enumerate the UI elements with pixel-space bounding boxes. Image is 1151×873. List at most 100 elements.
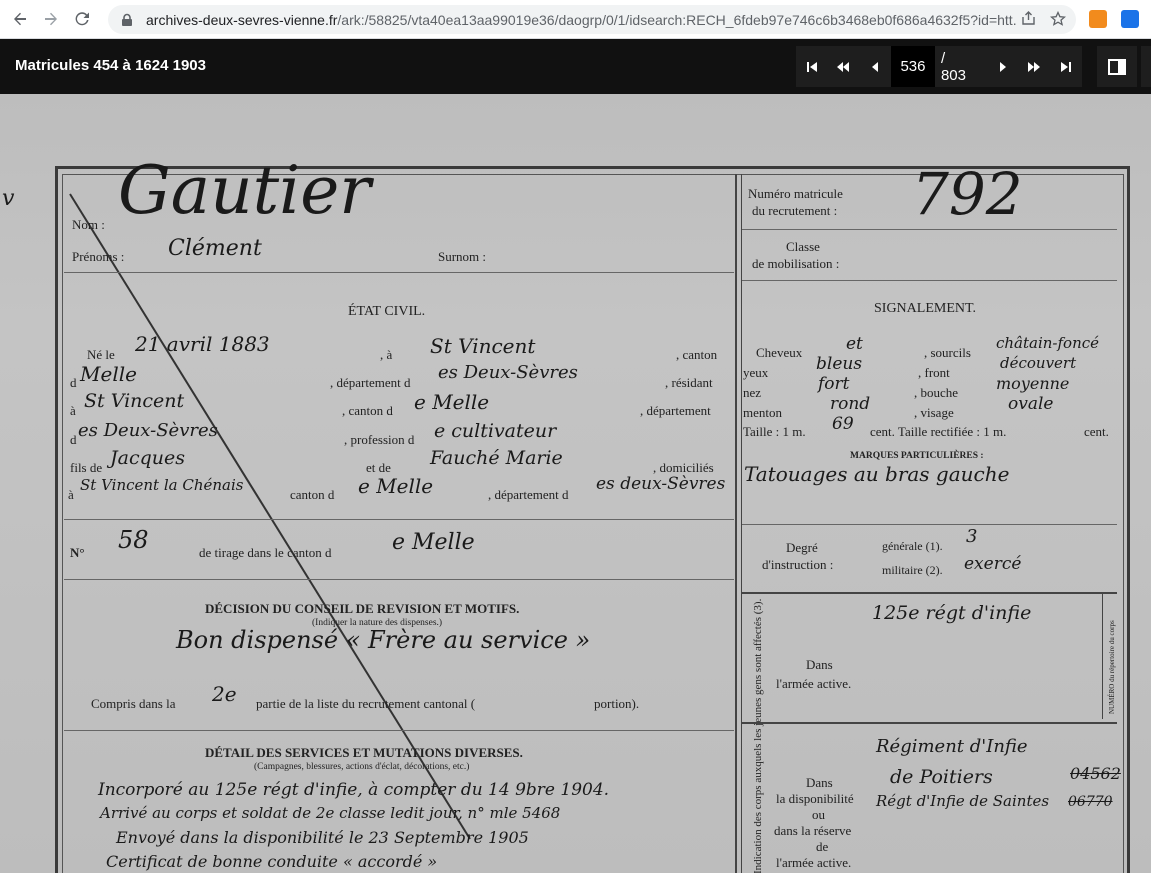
browser-toolbar: archives-deux-sevres-vienne.fr/ark:/5882… [0,0,1151,39]
domicile-canton-hand: e Melle [358,474,434,498]
label-dans: Dans [806,657,833,672]
label-departement: , département [640,403,711,418]
militaire-hand: exercé [964,554,1022,574]
rewind-icon[interactable] [828,46,860,87]
page-number-input[interactable] [890,46,935,87]
label-reserve: dans la réserve [774,823,852,838]
label-d-es: d [70,432,77,447]
decision-hand: Bon dispensé « Frère au service » [176,626,591,654]
extension-s-icon[interactable] [1121,10,1139,28]
bookmark-star-icon[interactable] [1049,10,1067,31]
separator [742,524,1117,525]
label-de: d [70,375,77,390]
separator [64,730,734,731]
label-generale: générale (1). [882,539,943,553]
label-taille: Taille : 1 m. [743,424,806,439]
label-de-mobilisation: de mobilisation : [752,256,840,271]
marques-heading: MARQUES PARTICULIÈRES : [850,451,984,461]
matricule-hand: 792 [912,160,1023,228]
label-cent: cent. [1084,424,1109,439]
label-degre: Degré [786,540,818,555]
share-icon[interactable] [1021,11,1036,31]
domicile-dept-hand: es deux-Sèvres [596,474,726,494]
label-canton-de: canton d [290,487,335,502]
label-armee-active-2: l'armée active. [776,855,852,870]
label-menton: menton [743,405,782,420]
viewer-toolbar: Matricules 454 à 1624 1903 / 803 [0,39,1151,94]
birth-canton-hand: Melle [80,362,137,386]
residence-canton-hand: e Melle [414,390,490,414]
corps-dispo-2-hand: de Poitiers [890,766,993,788]
extension-icon[interactable] [1089,10,1107,28]
label-classe: Classe [786,239,820,254]
cheveux-hand: et [846,334,863,354]
front-hand: découvert [1000,354,1077,372]
separator [64,519,734,520]
profession-hand: e cultivateur [434,420,557,442]
label-tirage: de tirage dans le canton d [199,545,332,560]
label-affectes: Indication des corps auxquels les jeunes… [752,598,764,873]
label-militaire: militaire (2). [882,563,943,577]
forward-icon[interactable] [40,8,62,30]
fast-forward-icon[interactable] [1019,46,1051,87]
next-page-icon[interactable] [987,46,1019,87]
page-total: / 803 [940,49,966,84]
firstname-hand: Clément [168,236,262,261]
first-page-icon[interactable] [796,46,828,87]
decision-heading: DÉCISION DU CONSEIL DE REVISION ET MOTIF… [205,601,520,616]
tirage-number-hand: 58 [118,526,149,554]
separator [742,592,1117,594]
label-a: , à [380,347,393,362]
father-hand: Jacques [110,447,185,469]
back-icon[interactable] [9,8,31,30]
service-line-2: Arrivé au corps et soldat de 2e classe l… [100,804,561,822]
register-page: v Nom : Gautier Prénoms : Clément Surnom… [0,94,1151,873]
label-instruction: d'instruction : [762,557,834,572]
corps-dispo-number-hand: 04562 [1070,764,1121,783]
address-bar[interactable]: archives-deux-sevres-vienne.fr/ark:/5882… [108,5,1076,34]
label-no: N° [70,545,85,560]
label-yeux: yeux [743,365,769,380]
reload-icon[interactable] [71,8,93,30]
corps-active-hand: 125e régt d'infie [872,602,1032,624]
label-numero-repertoire: NUMÉRO du répertoire du corps [1108,620,1116,714]
separator [64,272,734,273]
label-profession: , profession d [344,432,415,447]
nez-hand: fort [818,374,850,394]
label-numero-matricule: Numéro matricule [748,186,843,201]
label-nom: Nom : [72,217,105,232]
marques-hand: Tatouages au bras gauche [744,462,1010,486]
last-page-icon[interactable] [1050,46,1082,87]
detail-note: (Campagnes, blessures, actions d'éclat, … [254,762,470,772]
separator [742,722,1117,724]
previous-page-icon[interactable] [859,46,891,87]
menton-hand: rond [830,394,871,414]
label-ou: ou [812,807,825,822]
lock-icon[interactable] [120,13,134,27]
label-ne-le: Né le [87,347,115,362]
separator [742,229,1117,230]
fullscreen-icon[interactable] [1141,46,1151,87]
label-de-ra: de [816,839,829,854]
document-title: Matricules 454 à 1624 1903 [15,57,206,74]
birthplace-hand: St Vincent [430,334,536,358]
label-a3: à [68,487,74,502]
label-departement-d: , département d [330,375,411,390]
label-nez: nez [743,385,762,400]
label-departement-des: , département d [488,487,569,502]
label-bouche: , bouche [914,385,959,400]
sidebar-toggle-icon[interactable] [1097,46,1137,87]
label-compris: Compris dans la [91,696,176,711]
surname-hand: Gautier [118,152,371,229]
label-portion: portion). [594,696,640,711]
generale-hand: 3 [966,526,978,547]
column-separator-3 [1102,594,1103,719]
label-cheveux: Cheveux [756,345,803,360]
mother-hand: Fauché Marie [430,447,563,469]
document-viewer[interactable]: v Nom : Gautier Prénoms : Clément Surnom… [0,94,1151,873]
tirage-canton-hand: e Melle [392,530,475,555]
detail-heading: DÉTAIL DES SERVICES ET MUTATIONS DIVERSE… [205,745,523,760]
label-sourcils: , sourcils [924,345,971,360]
url-text[interactable]: archives-deux-sevres-vienne.fr/ark:/5882… [146,12,1016,28]
service-line-1: Incorporé au 125e régt d'infie, à compte… [98,780,610,800]
